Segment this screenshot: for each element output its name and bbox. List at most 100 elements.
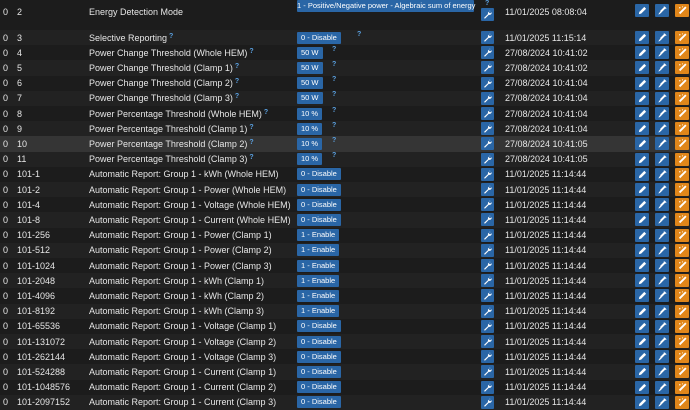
syringe-icon[interactable] xyxy=(655,259,669,272)
syringe-icon[interactable] xyxy=(655,76,669,90)
value-help-icon[interactable]: ? xyxy=(332,91,336,98)
value-button[interactable]: 0 - Disable xyxy=(297,396,341,409)
wrench-icon[interactable] xyxy=(481,8,494,21)
help-icon[interactable]: ? xyxy=(249,48,253,55)
wrench-icon[interactable] xyxy=(481,380,494,394)
value-button[interactable]: 1 - Enable xyxy=(297,259,340,272)
wrench-icon[interactable] xyxy=(481,122,494,136)
syringe-icon[interactable] xyxy=(655,380,669,394)
pencil-icon[interactable] xyxy=(635,259,649,272)
syringe-icon[interactable] xyxy=(655,122,669,136)
wand-icon[interactable] xyxy=(675,289,689,303)
syringe-icon[interactable] xyxy=(655,183,669,196)
pencil-icon[interactable] xyxy=(635,274,649,288)
syringe-icon[interactable] xyxy=(655,350,669,364)
pencil-icon[interactable] xyxy=(635,198,649,212)
value-button[interactable]: 10 % xyxy=(297,122,323,135)
syringe-icon[interactable] xyxy=(655,167,669,181)
value-help-icon[interactable]: ? xyxy=(485,0,489,7)
syringe-icon[interactable] xyxy=(655,4,669,17)
wand-icon[interactable] xyxy=(675,152,689,166)
wand-icon[interactable] xyxy=(675,167,689,181)
value-help-icon[interactable]: ? xyxy=(332,137,336,144)
help-icon[interactable]: ? xyxy=(235,78,239,85)
pencil-icon[interactable] xyxy=(635,350,649,364)
value-button[interactable]: 10 % xyxy=(297,137,323,150)
help-icon[interactable]: ? xyxy=(249,154,253,161)
value-button[interactable]: 0 - Disable xyxy=(297,31,341,44)
wrench-icon[interactable] xyxy=(481,91,494,105)
pencil-icon[interactable] xyxy=(635,167,649,181)
wrench-icon[interactable] xyxy=(481,228,494,242)
value-button[interactable]: 0 - Disable xyxy=(297,365,341,378)
wrench-icon[interactable] xyxy=(481,61,494,75)
pencil-icon[interactable] xyxy=(635,31,649,44)
value-help-icon[interactable]: ? xyxy=(332,61,336,68)
value-button[interactable]: 1 - Enable xyxy=(297,274,340,287)
value-button[interactable]: 1 - Enable xyxy=(297,289,340,302)
pencil-icon[interactable] xyxy=(635,183,649,196)
value-help-icon[interactable]: ? xyxy=(357,31,361,38)
wrench-icon[interactable] xyxy=(481,395,494,409)
wand-icon[interactable] xyxy=(675,365,689,379)
wrench-icon[interactable] xyxy=(481,76,494,90)
syringe-icon[interactable] xyxy=(655,304,669,318)
wand-icon[interactable] xyxy=(675,183,689,196)
wand-icon[interactable] xyxy=(675,107,689,120)
wrench-icon[interactable] xyxy=(481,335,494,348)
wand-icon[interactable] xyxy=(675,4,689,17)
wand-icon[interactable] xyxy=(675,198,689,212)
pencil-icon[interactable] xyxy=(635,335,649,348)
pencil-icon[interactable] xyxy=(635,213,649,227)
help-icon[interactable]: ? xyxy=(264,109,268,116)
value-button[interactable]: 0 - Disable xyxy=(297,198,341,211)
wand-icon[interactable] xyxy=(675,228,689,242)
value-help-icon[interactable]: ? xyxy=(332,107,336,114)
value-button[interactable]: 1 - Positive/Negative power - Algebraic … xyxy=(297,0,475,12)
value-button[interactable]: 0 - Disable xyxy=(297,168,341,181)
pencil-icon[interactable] xyxy=(635,243,649,257)
value-help-icon[interactable]: ? xyxy=(332,76,336,83)
syringe-icon[interactable] xyxy=(655,335,669,348)
value-button[interactable]: 50 W xyxy=(297,77,323,90)
pencil-icon[interactable] xyxy=(635,61,649,75)
pencil-icon[interactable] xyxy=(635,4,649,17)
value-button[interactable]: 50 W xyxy=(297,61,323,74)
value-button[interactable]: 0 - Disable xyxy=(297,183,341,196)
pencil-icon[interactable] xyxy=(635,289,649,303)
syringe-icon[interactable] xyxy=(655,152,669,166)
wand-icon[interactable] xyxy=(675,350,689,364)
value-button[interactable]: 50 W xyxy=(297,92,323,105)
pencil-icon[interactable] xyxy=(635,107,649,120)
value-button[interactable]: 10 % xyxy=(297,153,323,166)
wrench-icon[interactable] xyxy=(481,365,494,379)
syringe-icon[interactable] xyxy=(655,31,669,44)
pencil-icon[interactable] xyxy=(635,46,649,60)
syringe-icon[interactable] xyxy=(655,213,669,227)
wand-icon[interactable] xyxy=(675,274,689,288)
help-icon[interactable]: ? xyxy=(249,139,253,146)
syringe-icon[interactable] xyxy=(655,61,669,75)
value-button[interactable]: 0 - Disable xyxy=(297,350,341,363)
pencil-icon[interactable] xyxy=(635,380,649,394)
syringe-icon[interactable] xyxy=(655,46,669,60)
wand-icon[interactable] xyxy=(675,395,689,409)
syringe-icon[interactable] xyxy=(655,243,669,257)
wrench-icon[interactable] xyxy=(481,137,494,151)
wand-icon[interactable] xyxy=(675,243,689,257)
pencil-icon[interactable] xyxy=(635,76,649,90)
wand-icon[interactable] xyxy=(675,91,689,105)
wrench-icon[interactable] xyxy=(481,274,494,288)
wand-icon[interactable] xyxy=(675,31,689,44)
syringe-icon[interactable] xyxy=(655,91,669,105)
value-button[interactable]: 50 W xyxy=(297,46,323,59)
syringe-icon[interactable] xyxy=(655,137,669,151)
pencil-icon[interactable] xyxy=(635,228,649,242)
help-icon[interactable]: ? xyxy=(169,33,173,40)
syringe-icon[interactable] xyxy=(655,319,669,333)
wand-icon[interactable] xyxy=(675,335,689,348)
wrench-icon[interactable] xyxy=(481,304,494,318)
wrench-icon[interactable] xyxy=(481,350,494,364)
wand-icon[interactable] xyxy=(675,61,689,75)
wrench-icon[interactable] xyxy=(481,243,494,257)
